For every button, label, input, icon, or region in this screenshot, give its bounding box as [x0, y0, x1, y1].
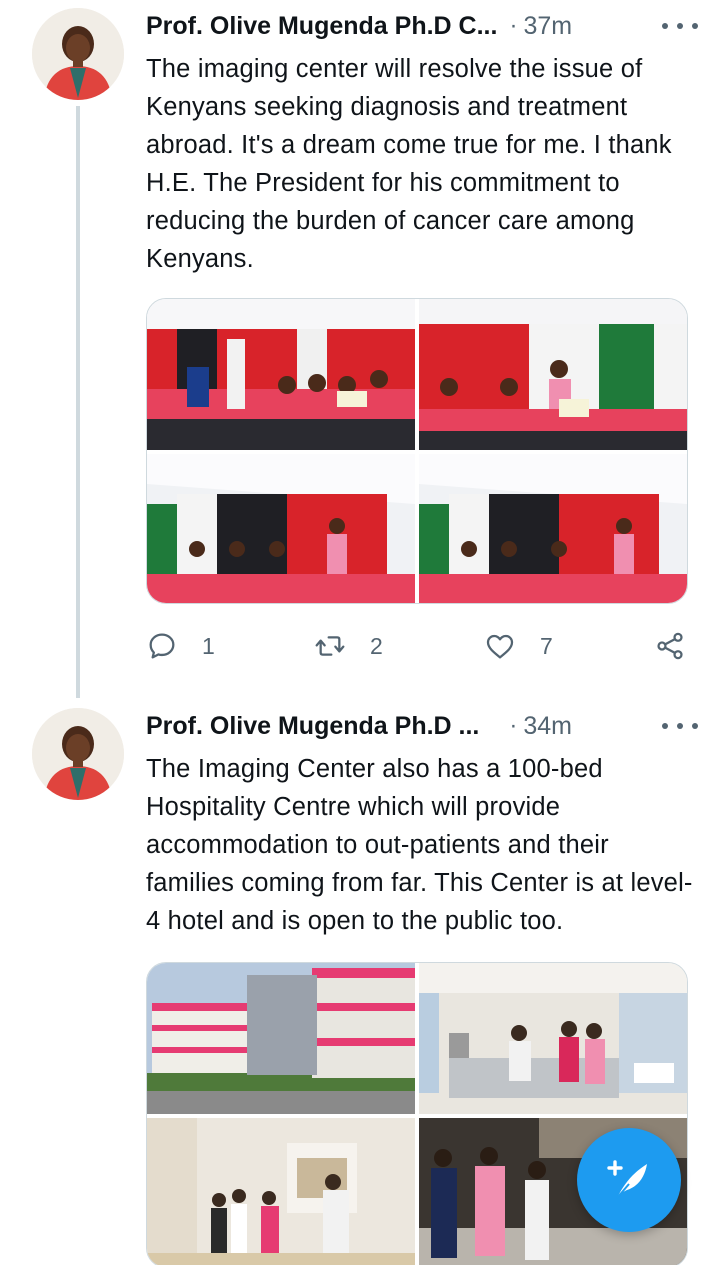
retweet-icon [315, 636, 345, 656]
like-count: 7 [540, 632, 553, 659]
compose-tweet-icon [607, 1160, 647, 1199]
photo[interactable] [147, 299, 415, 450]
timestamp[interactable]: 34m [523, 712, 572, 741]
reply-count: 1 [202, 632, 215, 659]
compose-tweet-button[interactable] [577, 1128, 681, 1232]
photo[interactable] [419, 299, 687, 450]
photo[interactable] [147, 963, 415, 1114]
reply-icon [149, 633, 175, 659]
retweet-button[interactable]: 2 [314, 630, 383, 662]
tweet-actions: 1 2 7 [146, 626, 691, 666]
share-button[interactable] [654, 630, 686, 662]
like-button[interactable]: 7 [484, 630, 553, 662]
avatar[interactable] [32, 708, 124, 800]
photo[interactable] [419, 454, 687, 603]
thread-connector [76, 106, 80, 698]
author-name[interactable]: Prof. Olive Mugenda Ph.D ... [146, 712, 479, 741]
tweet-header: Prof. Olive Mugenda Ph.D ... · 34m [146, 706, 698, 746]
more-horizontal-icon[interactable] [662, 14, 698, 38]
photo[interactable] [419, 963, 687, 1114]
reply-button[interactable]: 1 [146, 630, 215, 662]
avatar[interactable] [32, 8, 124, 100]
media-grid [146, 298, 688, 604]
photo[interactable] [147, 1118, 415, 1265]
photo[interactable] [147, 454, 415, 603]
author-name[interactable]: Prof. Olive Mugenda Ph.D C... [146, 12, 497, 41]
share-icon [657, 632, 683, 660]
heart-icon [486, 634, 514, 659]
retweet-count: 2 [370, 632, 383, 659]
separator-dot: · [509, 712, 518, 739]
timestamp[interactable]: 37m [523, 12, 572, 41]
more-horizontal-icon[interactable] [662, 714, 698, 738]
tweet-text: The imaging center will resolve the issu… [146, 55, 672, 273]
tweet[interactable]: Prof. Olive Mugenda Ph.D C... · 37m The … [0, 0, 720, 700]
tweet-text: The Imaging Center also has a 100-bed Ho… [146, 755, 693, 935]
separator-dot: · [509, 12, 518, 39]
tweet-header: Prof. Olive Mugenda Ph.D C... · 37m [146, 6, 698, 46]
